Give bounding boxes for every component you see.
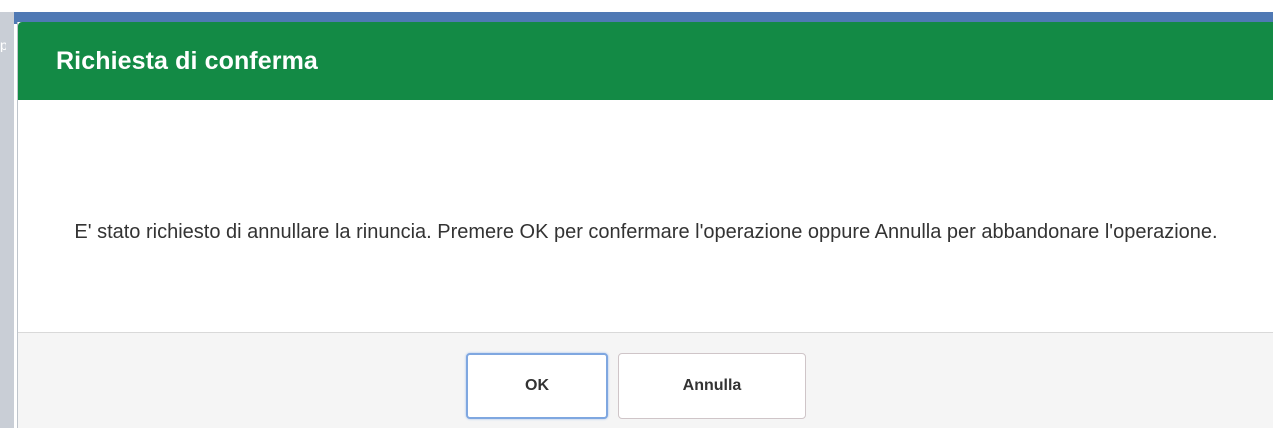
ok-button[interactable]: OK [466, 353, 608, 419]
dialog-title: Richiesta di conferma [56, 46, 318, 75]
dialog-message: E' stato richiesto di annullare la rinun… [74, 221, 1218, 243]
dialog-header: Richiesta di conferma [18, 22, 1273, 100]
dialog-body: E' stato richiesto di annullare la rinun… [18, 100, 1273, 332]
background-partial-text: p [0, 38, 6, 52]
cancel-button[interactable]: Annulla [618, 353, 806, 419]
dialog-footer: OK Annulla [18, 332, 1273, 428]
confirm-dialog: Richiesta di conferma E' stato richiesto… [17, 22, 1273, 428]
background-top [0, 0, 1273, 12]
background-left-edge [0, 12, 14, 428]
